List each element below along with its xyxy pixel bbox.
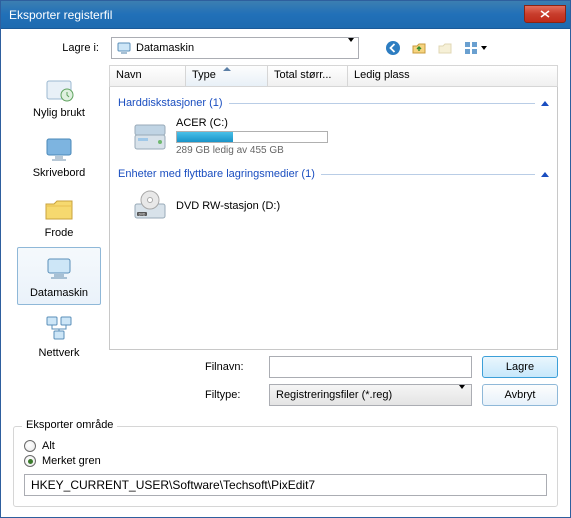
cancel-button[interactable]: Avbryt: [482, 384, 558, 406]
collapse-icon: [541, 101, 549, 106]
folder-up-icon: [411, 40, 427, 56]
svg-text:DVD: DVD: [139, 212, 146, 216]
export-range-group: Eksporter område Alt Merket gren: [13, 426, 558, 507]
place-recent[interactable]: Nylig brukt: [17, 67, 101, 125]
place-computer[interactable]: Datamaskin: [17, 247, 101, 305]
back-button[interactable]: [383, 38, 403, 58]
drive-item-c[interactable]: ACER (C:) 289 GB ledig av 455 GB: [118, 115, 549, 164]
drive-name: ACER (C:): [176, 117, 328, 129]
column-total-size[interactable]: Total størr...: [268, 66, 348, 86]
export-range-section: Eksporter område Alt Merket gren: [13, 416, 558, 507]
column-type[interactable]: Type: [186, 66, 268, 86]
view-icon: [463, 40, 479, 56]
group-hdd[interactable]: Harddiskstasjoner (1): [118, 97, 549, 109]
up-button[interactable]: [409, 38, 429, 58]
computer-icon: [43, 253, 75, 285]
titlebar[interactable]: Eksporter registerfil: [1, 1, 570, 29]
radio-all-row[interactable]: Alt: [24, 440, 547, 452]
place-label: Nettverk: [39, 347, 80, 359]
drive-name: DVD RW-stasjon (D:): [176, 200, 280, 212]
save-button[interactable]: Lagre: [482, 356, 558, 378]
location-combobox[interactable]: Datamaskin: [111, 37, 359, 59]
desktop-icon: [43, 133, 75, 165]
new-folder-icon: [437, 40, 453, 56]
new-folder-button[interactable]: [435, 38, 455, 58]
computer-icon: [116, 40, 132, 56]
dvd-drive-icon: DVD: [132, 188, 168, 224]
column-free-space[interactable]: Ledig plass: [348, 66, 420, 86]
drive-item-d[interactable]: DVD DVD RW-stasjon (D:): [118, 186, 549, 232]
group-label: Enheter med flyttbare lagringsmedier (1): [118, 168, 315, 180]
radio-selected[interactable]: [24, 455, 36, 467]
filename-label: Filnavn:: [205, 361, 263, 373]
filetype-combobox[interactable]: Registreringsfiler (*.reg): [269, 384, 472, 406]
branch-path-input[interactable]: [24, 474, 547, 496]
column-headers: Navn Type Total størr... Ledig plass: [109, 65, 558, 87]
back-icon: [385, 40, 401, 56]
column-name[interactable]: Navn: [110, 66, 186, 86]
places-bar: Nylig brukt Skrivebord Frode Datamaskin …: [13, 65, 105, 406]
filetype-label: Filtype:: [205, 389, 263, 401]
filename-input[interactable]: [269, 356, 472, 378]
group-label: Harddiskstasjoner (1): [118, 97, 223, 109]
drive-free-text: 289 GB ledig av 455 GB: [176, 145, 328, 156]
usage-fill: [177, 132, 233, 142]
chevron-down-icon: [481, 46, 487, 50]
user-folder-icon: [43, 193, 75, 225]
toolbar-icons: [383, 38, 489, 58]
recent-icon: [43, 73, 75, 105]
group-removable[interactable]: Enheter med flyttbare lagringsmedier (1): [118, 168, 549, 180]
file-list[interactable]: Harddiskstasjoner (1) ACER (C:) 289 GB l…: [109, 87, 558, 350]
network-icon: [43, 313, 75, 345]
filetype-value: Registreringsfiler (*.reg): [276, 389, 392, 401]
dialog-content: Lagre i: Datamaskin: [1, 29, 570, 517]
collapse-icon: [541, 172, 549, 177]
close-button[interactable]: [524, 5, 566, 23]
radio-all[interactable]: [24, 440, 36, 452]
hdd-icon: [132, 119, 168, 155]
location-bar: Lagre i: Datamaskin: [47, 37, 558, 59]
sort-ascending-icon: [223, 67, 231, 71]
place-user[interactable]: Frode: [17, 187, 101, 245]
file-area: Navn Type Total størr... Ledig plass Har…: [109, 65, 558, 406]
chevron-down-icon: [457, 389, 465, 401]
main-area: Nylig brukt Skrivebord Frode Datamaskin …: [13, 65, 558, 406]
save-in-label: Lagre i:: [47, 42, 105, 54]
location-text: Datamaskin: [136, 42, 194, 54]
close-icon: [540, 10, 550, 18]
place-label: Nylig brukt: [33, 107, 85, 119]
place-label: Datamaskin: [30, 287, 88, 299]
place-label: Skrivebord: [33, 167, 86, 179]
radio-all-label: Alt: [42, 440, 55, 452]
view-menu-button[interactable]: [461, 38, 489, 58]
radio-selected-label: Merket gren: [42, 455, 101, 467]
bottom-fields: Filnavn: Lagre Filtype: Registreringsfil…: [205, 356, 558, 406]
window-title: Eksporter registerfil: [9, 8, 524, 22]
chevron-down-icon: [346, 42, 354, 54]
place-label: Frode: [45, 227, 74, 239]
usage-bar: [176, 131, 328, 143]
group-box-label: Eksporter område: [22, 419, 117, 431]
radio-selected-row[interactable]: Merket gren: [24, 455, 547, 467]
place-desktop[interactable]: Skrivebord: [17, 127, 101, 185]
place-network[interactable]: Nettverk: [17, 307, 101, 365]
export-registry-dialog: Eksporter registerfil Lagre i: Datamaski…: [0, 0, 571, 518]
